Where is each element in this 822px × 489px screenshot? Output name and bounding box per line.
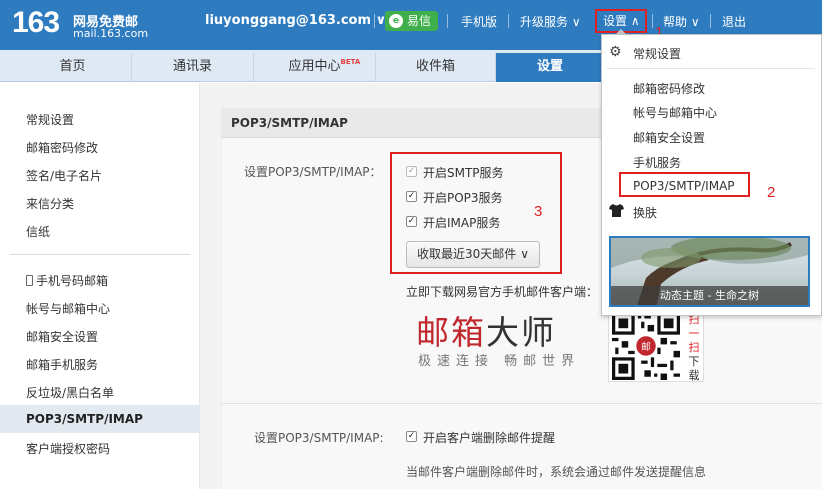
chevron-up-icon: ∧: [630, 14, 640, 28]
tab-contacts[interactable]: 通讯录: [132, 53, 254, 82]
delete-notify-checkbox[interactable]: ✓: [406, 431, 417, 442]
user-email: liuyonggang@163.com: [205, 13, 372, 28]
divider: [447, 14, 448, 28]
menu-item-security[interactable]: 邮箱安全设置: [633, 129, 705, 146]
help-label: 帮助: [663, 15, 688, 29]
chevron-down-icon: ∨: [690, 15, 700, 29]
sidebar-item-signature[interactable]: 签名/电子名片: [26, 167, 102, 184]
chevron-down-icon: ∨: [520, 247, 529, 261]
tab-inbox[interactable]: 收件箱: [376, 53, 496, 82]
yixin-button[interactable]: e 易信: [385, 11, 438, 31]
menu-item-skin[interactable]: 换肤: [633, 204, 657, 221]
sidebar-item-phone-mailbox[interactable]: 手机号码邮箱: [26, 272, 108, 289]
imap-checkbox[interactable]: ✓: [406, 216, 417, 227]
delete-notify-label: 开启客户端删除邮件提醒: [423, 431, 556, 445]
mail-master-logo[interactable]: 邮箱大师: [416, 306, 556, 354]
theme-caption: 动态主题 - 生命之树: [611, 286, 808, 305]
imap-label: 开启IMAP服务: [423, 216, 501, 230]
yixin-icon: e: [389, 14, 403, 28]
sidebar-item-label: 手机号码邮箱: [36, 274, 109, 288]
download-hint: 立即下载网易官方手机邮件客户端：: [406, 285, 599, 299]
qr-download-card[interactable]: 邮 扫一扫下载: [608, 308, 704, 382]
sidebar-item-stationery[interactable]: 信纸: [26, 223, 50, 240]
section-divider: [221, 403, 822, 404]
sidebar-item-general[interactable]: 常规设置: [26, 111, 74, 128]
sidebar-item-pop3-smtp-imap[interactable]: POP3/SMTP/IMAP: [0, 405, 200, 433]
qr-download-text: 下载: [688, 355, 700, 382]
receive-range-dropdown[interactable]: 收取最近30天邮件 ∨: [406, 241, 540, 268]
pop3-settings-label-2: 设置POP3/SMTP/IMAP:: [254, 431, 384, 445]
qr-side-text: 扫一扫下载: [687, 313, 701, 383]
menu-divider: [607, 68, 815, 69]
sidebar-item-antispam[interactable]: 反垃圾/黑白名单: [26, 384, 114, 401]
menu-item-pop3-smtp-imap[interactable]: POP3/SMTP/IMAP: [633, 179, 735, 193]
tab-settings[interactable]: 设置: [496, 53, 604, 82]
pop3-settings-label: 设置POP3/SMTP/IMAP：: [244, 165, 382, 179]
divider: [710, 14, 711, 28]
help-link[interactable]: 帮助 ∨: [663, 13, 700, 30]
mobile-version-link[interactable]: 手机版: [461, 13, 497, 30]
smtp-label: 开启SMTP服务: [423, 166, 504, 180]
sidebar-item-password[interactable]: 邮箱密码修改: [26, 139, 98, 156]
logo-number[interactable]: 163: [12, 6, 60, 40]
brand-black-text: 大师: [486, 313, 556, 352]
menu-item-general[interactable]: 常规设置: [633, 45, 681, 62]
receive-range-value: 收取最近30天邮件: [417, 247, 517, 261]
yixin-label: 易信: [407, 14, 432, 28]
upgrade-label: 升级服务: [520, 15, 569, 29]
tab-app-center[interactable]: 应用中心 BETA: [254, 53, 376, 82]
delete-notify-description: 当邮件客户端删除邮件时，系统会通过邮件发送提醒信息: [406, 465, 707, 479]
pop3-label: 开启POP3服务: [423, 191, 503, 205]
sidebar-item-mobile-service[interactable]: 邮箱手机服务: [26, 356, 98, 373]
divider: [508, 14, 509, 28]
brand-slogan: 极速连接 畅邮世界: [418, 354, 581, 369]
user-account-menu[interactable]: liuyonggang@163.com ∨: [205, 13, 386, 28]
qr-code-icon: 邮: [612, 312, 680, 380]
annotation-3: 3: [534, 203, 543, 220]
upgrade-service-link[interactable]: 升级服务 ∨: [520, 13, 581, 30]
brand-red-text: 邮箱: [416, 313, 486, 352]
gear-icon: ⚙: [609, 44, 622, 60]
shirt-icon: [609, 204, 624, 217]
sidebar-divider: [10, 254, 190, 255]
sidebar-item-account-center[interactable]: 帐号与邮箱中心: [26, 300, 110, 317]
annotation-2: 2: [767, 184, 776, 201]
svg-text:邮: 邮: [641, 340, 651, 353]
menu-item-account-center[interactable]: 帐号与邮箱中心: [633, 104, 717, 121]
qr-scan-text: 扫一扫: [688, 313, 700, 354]
chevron-down-icon: ∨: [571, 15, 581, 29]
settings-sidebar: 常规设置 邮箱密码修改 签名/电子名片 来信分类 信纸 手机号码邮箱 帐号与邮箱…: [0, 83, 200, 489]
sidebar-item-security[interactable]: 邮箱安全设置: [26, 328, 98, 345]
theme-preview[interactable]: 动态主题 - 生命之树: [609, 236, 810, 307]
logout-link[interactable]: 退出: [722, 13, 746, 30]
settings-label: 设置: [603, 14, 628, 28]
divider: [652, 14, 653, 28]
phone-icon: [26, 275, 33, 286]
pop3-checkbox[interactable]: ✓: [406, 191, 417, 202]
menu-item-password[interactable]: 邮箱密码修改: [633, 80, 705, 97]
sidebar-item-client-auth[interactable]: 客户端授权密码: [26, 440, 110, 457]
tab-home[interactable]: 首页: [14, 53, 132, 82]
smtp-checkbox[interactable]: ✓: [406, 166, 417, 177]
sidebar-item-mail-filter[interactable]: 来信分类: [26, 195, 74, 212]
beta-badge: BETA: [340, 58, 361, 66]
logo-url[interactable]: mail.163.com: [73, 27, 148, 40]
divider: [374, 14, 375, 28]
tab-app-center-label: 应用中心: [288, 59, 341, 74]
menu-item-mobile-service[interactable]: 手机服务: [633, 154, 681, 171]
